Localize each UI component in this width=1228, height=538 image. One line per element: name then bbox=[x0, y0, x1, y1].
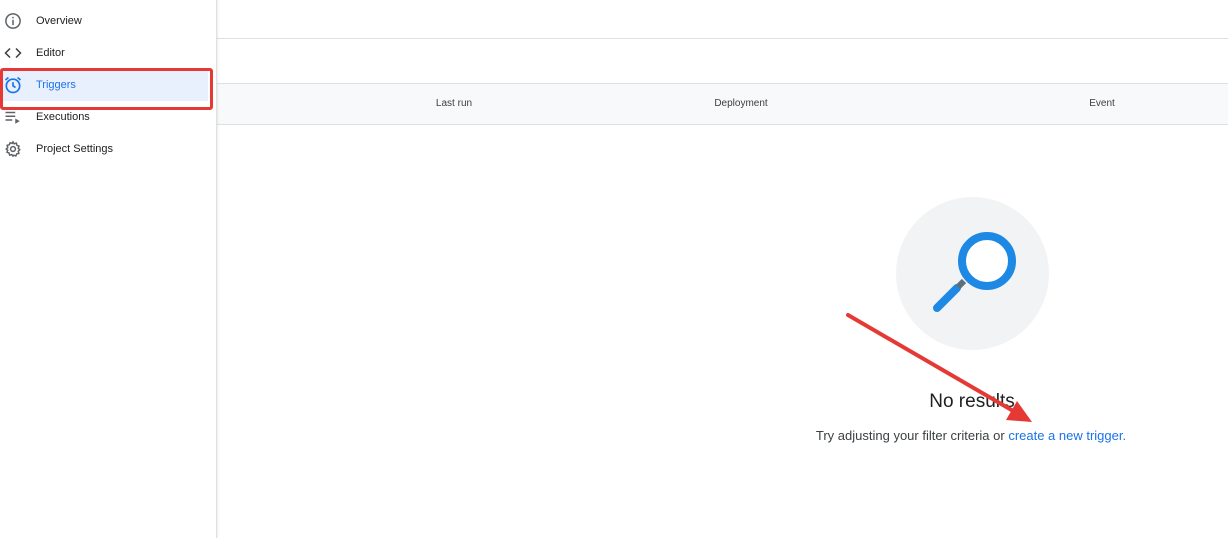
sidebar-item-executions[interactable]: Executions bbox=[0, 101, 208, 133]
column-header-event[interactable]: Event bbox=[1089, 84, 1115, 124]
hint-text: Try adjusting your filter criteria or bbox=[815, 428, 1009, 443]
magnifier-icon bbox=[933, 232, 1016, 312]
column-header-deployment[interactable]: Deployment bbox=[714, 84, 767, 124]
sidebar-item-label: Overview bbox=[36, 15, 82, 27]
main-content: Last run Deployment Event No results Try… bbox=[217, 0, 1228, 538]
info-icon bbox=[1, 9, 25, 33]
code-icon bbox=[1, 41, 25, 65]
sidebar-item-label: Editor bbox=[36, 47, 65, 59]
table-header: Last run Deployment Event bbox=[217, 83, 1228, 125]
alarm-icon bbox=[1, 73, 25, 97]
sidebar-item-editor[interactable]: Editor bbox=[0, 37, 208, 69]
sidebar-item-label: Project Settings bbox=[36, 143, 114, 155]
sidebar-item-triggers[interactable]: Triggers bbox=[0, 69, 208, 101]
column-header-last-run[interactable]: Last run bbox=[436, 84, 472, 124]
sidebar: Overview Editor Triggers Executions Proj… bbox=[0, 0, 217, 538]
create-trigger-link[interactable]: create a new trigger. bbox=[1008, 428, 1126, 443]
empty-state-illustration bbox=[896, 197, 1049, 350]
sidebar-item-label: Executions bbox=[36, 111, 90, 123]
sidebar-item-label: Triggers bbox=[36, 79, 76, 91]
gear-icon bbox=[1, 137, 25, 161]
top-bar bbox=[217, 0, 1228, 39]
sidebar-item-project-settings[interactable]: Project Settings bbox=[0, 133, 208, 165]
empty-state-hint: Try adjusting your filter criteria or cr… bbox=[816, 428, 1126, 443]
empty-state-title: No results bbox=[929, 391, 1015, 412]
sidebar-item-overview[interactable]: Overview bbox=[0, 5, 208, 37]
executions-icon bbox=[1, 105, 25, 129]
app-page: Overview Editor Triggers Executions Proj… bbox=[0, 0, 1228, 538]
